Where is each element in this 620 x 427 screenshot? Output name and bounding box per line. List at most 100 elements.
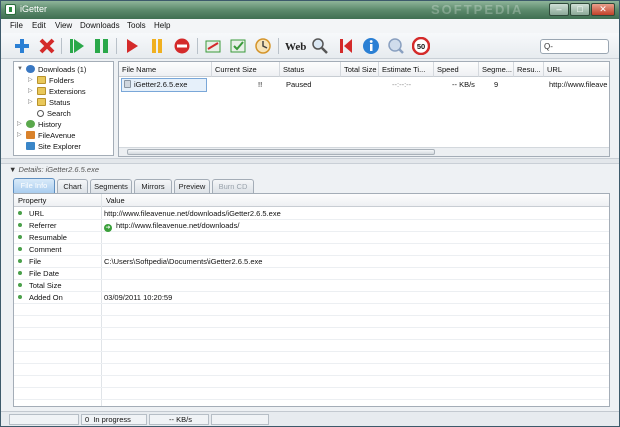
play-icon[interactable] [123,37,141,55]
web-icon-label: Web [285,41,306,53]
url-cell: http://www.fileave [549,80,608,89]
total-size-cell [341,77,379,93]
expand-icon[interactable]: ▷ [17,130,22,141]
status-bar: 0 In progress -- KB/s [1,411,619,426]
column-header-value[interactable]: Value [102,194,609,207]
maximize-button[interactable]: □ [570,3,590,16]
property-row-comment[interactable]: Comment [14,244,609,256]
collapse-icon[interactable]: ▼ [17,64,23,75]
menu-edit[interactable]: Edit [32,21,46,30]
menu-downloads[interactable]: Downloads [80,21,120,30]
menu-view[interactable]: View [55,21,72,30]
tree-item-status[interactable]: Status [37,97,70,108]
magnifier-icon[interactable] [311,37,329,55]
tree-item-folders[interactable]: Folders [37,75,74,86]
column-header-resume[interactable]: Resu... [514,62,544,77]
add-icon[interactable] [13,37,31,55]
column-header-property[interactable]: Property [14,194,102,207]
menu-file[interactable]: File [10,21,23,30]
property-row-file-date[interactable]: File Date [14,268,609,280]
minimize-button[interactable]: – [549,3,569,16]
property-value: C:\Users\Softpedia\Documents\iGetter2.6.… [104,257,263,266]
tree-item-extensions[interactable]: Extensions [37,86,86,97]
column-header-estimate-time[interactable]: Estimate Ti... [379,62,434,77]
column-header-total-size[interactable]: Total Size [341,62,379,77]
status-panel-empty [9,414,79,425]
bullet-icon [18,247,22,251]
help-icon[interactable] [387,37,405,55]
web-icon[interactable]: Web [284,37,306,55]
scrollbar-thumb[interactable] [127,149,435,155]
site-explorer-icon [26,142,35,150]
tab-file-info[interactable]: File Info [13,178,55,193]
category-tree: ▼ Downloads (1) ▷ Folders ▷ Extensions ▷… [13,61,114,156]
estimate-cell: --:--:-- [392,80,412,89]
tab-mirrors[interactable]: Mirrors [134,179,172,193]
tab-chart[interactable]: Chart [57,179,88,193]
bullet-icon [18,259,22,263]
column-header-speed[interactable]: Speed [434,62,479,77]
app-icon [5,4,16,15]
stop-icon[interactable] [173,37,191,55]
clock-icon[interactable] [254,37,272,55]
property-name: Added On [29,293,63,302]
property-name: Total Size [29,281,62,290]
property-row-added-on[interactable]: Added On 03/09/2011 10:20:59 [14,292,609,304]
expand-icon[interactable]: ▷ [28,75,33,86]
empty-row [14,388,609,400]
title-bar[interactable]: iGetter SOFTPEDIA – □ ✕ [1,1,619,19]
horizontal-scrollbar[interactable] [119,147,609,156]
close-button[interactable]: ✕ [591,3,615,16]
tree-item-fileavenue[interactable]: FileAvenue [26,130,75,141]
property-value: http://www.fileavenue.net/downloads/ [116,221,240,230]
collapse-details-icon[interactable]: ▼ [9,165,16,174]
expand-icon[interactable]: ▷ [28,97,33,108]
folder-icon [37,87,46,95]
folder-icon [37,76,46,84]
scheduler-icon[interactable] [204,37,222,55]
column-header-url[interactable]: URL [544,62,609,77]
empty-row [14,352,609,364]
bullet-icon [18,283,22,287]
property-value: http://www.fileavenue.net/downloads/iGet… [104,209,281,218]
column-header-status[interactable]: Status [280,62,341,77]
tree-item-downloads[interactable]: Downloads (1) [26,64,86,75]
start-all-icon[interactable] [93,37,111,55]
search-icon [37,110,44,117]
status-speed: -- KB/s [149,414,209,425]
property-row-total-size[interactable]: Total Size [14,280,609,292]
speed-limit-label: 50 [417,42,425,51]
search-input[interactable]: Q- [540,39,609,54]
menu-help[interactable]: Help [154,21,170,30]
property-row-file[interactable]: File C:\Users\Softpedia\Documents\iGette… [14,256,609,268]
property-value: 03/09/2011 10:20:59 [104,293,173,302]
tab-burn-cd[interactable]: Burn CD [212,179,254,193]
column-header-file-name[interactable]: File Name [119,62,212,77]
property-row-referrer[interactable]: Referrer ➜ http://www.fileavenue.net/down… [14,220,609,232]
info-icon[interactable] [362,37,380,55]
current-size-cell: !! [258,80,263,89]
expand-icon[interactable]: ▷ [28,86,33,97]
property-row-resumable[interactable]: Resumable [14,232,609,244]
speed-limit-icon[interactable]: 50 [412,37,430,55]
go-arrow-icon[interactable]: ➜ [104,224,112,232]
property-row-url[interactable]: URL http://www.fileavenue.net/downloads/… [14,208,609,220]
empty-row [14,316,609,328]
site-explorer-icon[interactable] [229,37,247,55]
tree-item-site-explorer[interactable]: Site Explorer [26,141,81,152]
expand-icon[interactable]: ▷ [17,119,22,130]
column-header-current-size[interactable]: Current Size [212,62,280,77]
skip-icon[interactable] [337,37,355,55]
pause-icon[interactable] [148,37,166,55]
tree-item-search[interactable]: Search [37,108,71,119]
tab-segments[interactable]: Segments [90,179,132,193]
menu-tools[interactable]: Tools [127,21,146,30]
column-header-segments[interactable]: Segme... [479,62,514,77]
tab-preview[interactable]: Preview [174,179,210,193]
bullet-icon [18,271,22,275]
start-icon[interactable] [68,37,86,55]
splitter[interactable] [1,158,619,164]
details-header[interactable]: ▼ Details: iGetter2.6.5.exe [9,165,99,177]
delete-icon[interactable] [38,37,56,55]
tree-item-history[interactable]: History [26,119,61,130]
